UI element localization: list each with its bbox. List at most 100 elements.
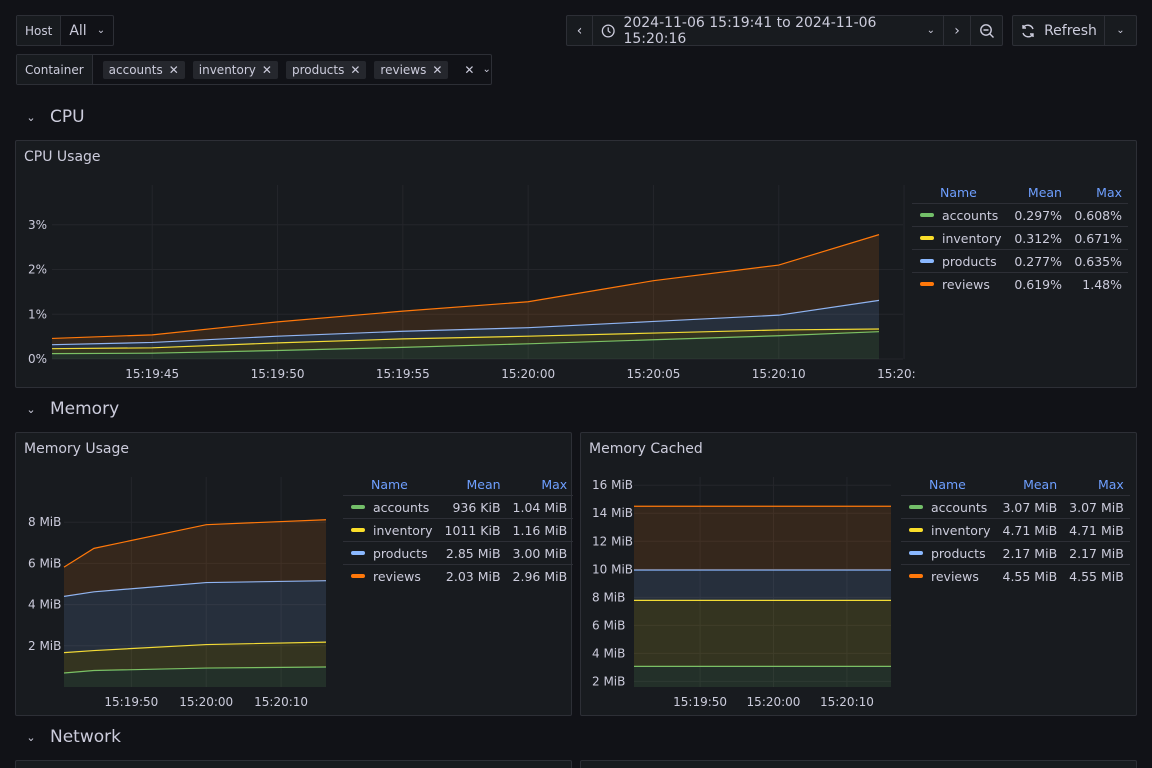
remove-icon[interactable]: ✕ bbox=[432, 63, 442, 77]
legend-header-mean[interactable]: Mean bbox=[439, 473, 507, 496]
chevron-down-icon[interactable]: ⌄ bbox=[482, 64, 490, 75]
legend-max-value: 0.671% bbox=[1067, 226, 1128, 250]
series-name: products bbox=[931, 545, 986, 561]
legend-series-name[interactable]: products bbox=[901, 541, 997, 565]
legend-max-value: 4.55 MiB bbox=[1063, 564, 1130, 588]
legend-series-name[interactable]: inventory bbox=[912, 226, 1008, 250]
legend-header-max[interactable]: Max bbox=[507, 473, 574, 496]
row-network[interactable]: ⌄ Network bbox=[22, 727, 121, 747]
panel-memory-usage: Memory Usage 2 MiB 4 MiB 6 MiB 8 MiB 15:19:5… bbox=[15, 432, 574, 716]
legend-row-products[interactable]: products 0.277% 0.635% bbox=[912, 249, 1128, 273]
host-variable-label: Host bbox=[17, 16, 62, 45]
legend-mean-value: 2.17 MiB bbox=[996, 541, 1064, 565]
legend-max-value: 2.96 MiB bbox=[506, 564, 574, 588]
legend-row-reviews[interactable]: reviews 0.619% 1.48% bbox=[912, 272, 1128, 296]
legend-series-name[interactable]: products bbox=[343, 541, 439, 565]
series-color-swatch bbox=[351, 574, 365, 579]
refresh-interval-picker[interactable]: ⌄ bbox=[1105, 15, 1137, 46]
legend-series-name[interactable]: reviews bbox=[901, 564, 997, 588]
remove-icon[interactable]: ✕ bbox=[350, 63, 360, 77]
legend-row-accounts[interactable]: accounts 3.07 MiB 3.07 MiB bbox=[901, 495, 1130, 519]
row-memory[interactable]: ⌄ Memory bbox=[22, 399, 119, 419]
legend-max-value: 4.71 MiB bbox=[1063, 518, 1130, 542]
legend-series-name[interactable]: accounts bbox=[901, 495, 997, 519]
memory-usage-chart[interactable]: 2 MiB 4 MiB 6 MiB 8 MiB 15:19:50 15:20:00 15:2… bbox=[16, 469, 336, 715]
legend-header-name[interactable]: Name bbox=[343, 473, 439, 496]
legend-mean-value: 3.07 MiB bbox=[996, 495, 1064, 519]
zoom-out-button[interactable] bbox=[971, 15, 1003, 46]
row-title: Memory bbox=[50, 399, 120, 419]
zoom-out-icon bbox=[979, 23, 994, 38]
remove-icon[interactable]: ✕ bbox=[169, 63, 179, 77]
row-cpu[interactable]: ⌄ CPU bbox=[22, 107, 84, 127]
legend-series-name[interactable]: reviews bbox=[343, 564, 439, 588]
container-select[interactable]: accounts ✕ inventory ✕ products ✕ reviews ✕ … bbox=[93, 55, 491, 84]
series-color-swatch bbox=[351, 551, 365, 555]
legend-series-name[interactable]: inventory bbox=[901, 518, 997, 542]
y-tick-label: 3% bbox=[28, 218, 47, 232]
panel-memory-cached: Memory Cached 2 MiB 4 MiB 6 MiB 8 MiB 10 MiB… bbox=[580, 432, 1137, 716]
refresh-icon bbox=[1022, 24, 1034, 37]
x-tick-label: 15:19:50 bbox=[251, 367, 305, 381]
container-chip-inventory: inventory ✕ bbox=[192, 60, 278, 79]
remove-icon[interactable]: ✕ bbox=[262, 63, 272, 77]
legend-series-name[interactable]: accounts bbox=[343, 495, 439, 519]
clock-icon bbox=[601, 24, 615, 37]
y-tick-label: 8 MiB bbox=[28, 515, 61, 529]
legend-header-max[interactable]: Max bbox=[1063, 473, 1130, 496]
container-chip-products: products ✕ bbox=[285, 60, 367, 79]
refresh-button[interactable]: Refresh bbox=[1012, 15, 1105, 46]
x-tick-label: 15:20:00 bbox=[501, 367, 555, 381]
legend-row-inventory[interactable]: inventory 0.312% 0.671% bbox=[912, 226, 1128, 250]
time-back-button[interactable]: ‹ bbox=[566, 15, 593, 46]
y-tick-label: 6 MiB bbox=[28, 556, 61, 570]
legend-series-name[interactable]: reviews bbox=[912, 272, 1008, 296]
legend-mean-value: 936 KiB bbox=[438, 495, 507, 519]
series-area-reviews bbox=[634, 506, 891, 570]
legend-series-name[interactable]: products bbox=[912, 249, 1008, 273]
legend-row-accounts[interactable]: accounts 936 KiB 1.04 MiB bbox=[343, 495, 574, 519]
chip-label: reviews bbox=[380, 62, 427, 77]
series-name: accounts bbox=[942, 207, 999, 223]
series-name: inventory bbox=[931, 522, 991, 538]
legend-mean-value: 0.277% bbox=[1008, 249, 1068, 273]
legend-header-mean[interactable]: Mean bbox=[997, 473, 1064, 496]
series-name: accounts bbox=[931, 499, 988, 515]
cpu-usage-chart[interactable]: 0% 1% 2% 3% 15:19:45 15:19:50 15:19:55 15:20:00… bbox=[16, 177, 916, 387]
legend-row-products[interactable]: products 2.85 MiB 3.00 MiB bbox=[343, 541, 574, 565]
x-tick-label: 15:19:55 bbox=[376, 367, 430, 381]
legend-row-products[interactable]: products 2.17 MiB 2.17 MiB bbox=[901, 541, 1130, 565]
panel-network-left bbox=[15, 760, 572, 768]
series-color-swatch bbox=[920, 236, 934, 240]
refresh-label: Refresh bbox=[1044, 22, 1097, 39]
legend-header-max[interactable]: Max bbox=[1068, 181, 1128, 204]
time-forward-button[interactable]: › bbox=[944, 15, 971, 46]
legend-header-mean[interactable]: Mean bbox=[1008, 181, 1068, 204]
x-tick-label: 15:20:10 bbox=[254, 695, 308, 709]
x-tick-label: 15:20:15 bbox=[877, 367, 916, 381]
y-tick-label: 4 MiB bbox=[592, 646, 625, 660]
legend-row-reviews[interactable]: reviews 4.55 MiB 4.55 MiB bbox=[901, 564, 1130, 588]
legend-max-value: 1.48% bbox=[1067, 272, 1128, 296]
x-tick-label: 15:19:50 bbox=[673, 695, 727, 709]
legend-row-inventory[interactable]: inventory 4.71 MiB 4.71 MiB bbox=[901, 518, 1130, 542]
legend-mean-value: 0.297% bbox=[1008, 203, 1068, 227]
panel-network-right bbox=[580, 760, 1137, 768]
x-tick-label: 15:20:05 bbox=[627, 367, 681, 381]
legend-row-accounts[interactable]: accounts 0.297% 0.608% bbox=[912, 203, 1128, 227]
legend-header-name[interactable]: Name bbox=[901, 473, 997, 496]
legend-header-name[interactable]: Name bbox=[912, 181, 1008, 204]
host-select[interactable]: All ⌄ bbox=[61, 16, 113, 45]
host-variable: Host All ⌄ bbox=[16, 15, 115, 46]
time-range-picker[interactable]: 2024-11-06 15:19:41 to 2024-11-06 15:20:… bbox=[593, 15, 944, 47]
legend-row-reviews[interactable]: reviews 2.03 MiB 2.96 MiB bbox=[343, 564, 574, 588]
legend-max-value: 1.04 MiB bbox=[506, 495, 574, 519]
legend-series-name[interactable]: inventory bbox=[343, 518, 439, 542]
row-title: Network bbox=[50, 727, 121, 747]
legend-row-inventory[interactable]: inventory 1011 KiB 1.16 MiB bbox=[343, 518, 574, 542]
series-color-swatch bbox=[909, 505, 923, 509]
series-name: inventory bbox=[373, 522, 433, 538]
clear-icon[interactable]: ✕ bbox=[464, 63, 474, 77]
legend-series-name[interactable]: accounts bbox=[912, 203, 1008, 227]
memory-cached-chart[interactable]: 2 MiB 4 MiB 6 MiB 8 MiB 10 MiB 12 MiB 14 MiB 16… bbox=[581, 469, 897, 715]
